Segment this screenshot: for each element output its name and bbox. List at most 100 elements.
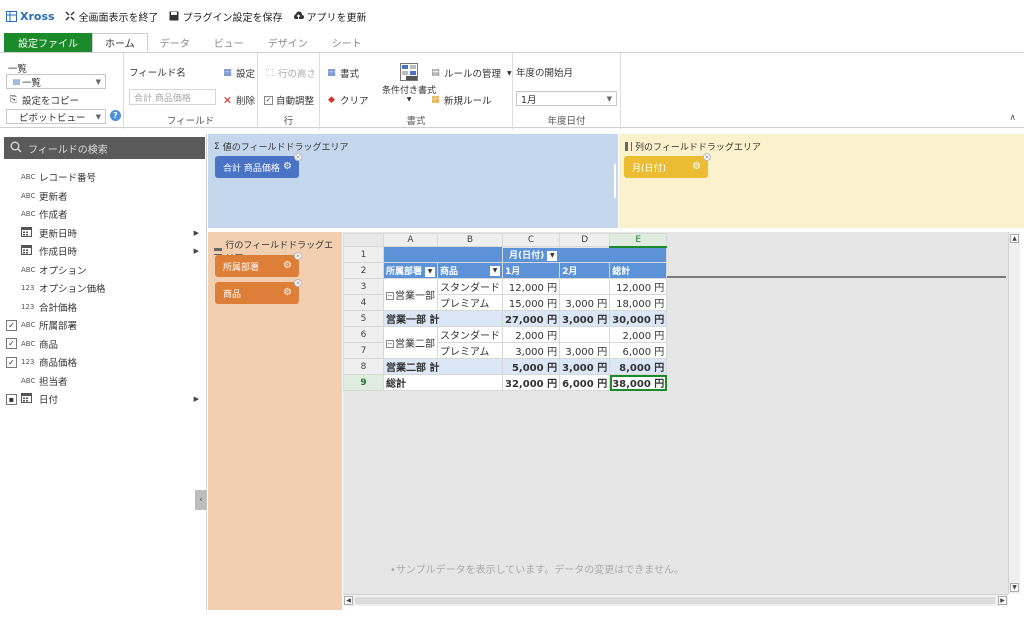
- expand-arrow-icon[interactable]: ▶: [194, 229, 199, 237]
- view-type-select[interactable]: ピボットビュー ▼: [6, 109, 106, 124]
- collapse-icon[interactable]: −: [386, 292, 394, 300]
- value-cell[interactable]: 3,000 円: [559, 294, 611, 311]
- field-item[interactable]: ABC レコード番号: [2, 168, 207, 187]
- col-header-d[interactable]: D: [559, 233, 611, 247]
- scroll-up-icon[interactable]: ▲: [1010, 234, 1019, 243]
- grand-total-header[interactable]: 総計: [609, 262, 668, 279]
- empty-header-cell[interactable]: [382, 246, 504, 263]
- collapse-panel-handle[interactable]: ‹: [195, 490, 207, 510]
- subtotal-cell[interactable]: 3,000 円: [559, 358, 611, 375]
- row-field-header-dept[interactable]: 所属部署 ▼: [382, 262, 439, 279]
- grand-total-label-cell[interactable]: 総計: [382, 374, 504, 391]
- gear-icon[interactable]: ⚙: [692, 161, 701, 172]
- field-item[interactable]: 123 オプション価格: [2, 279, 207, 298]
- gear-icon[interactable]: ⚙: [283, 161, 292, 172]
- checkbox-empty[interactable]: [6, 172, 17, 183]
- close-icon[interactable]: ✕: [294, 252, 302, 260]
- grand-total-cell[interactable]: 32,000 円: [502, 374, 561, 391]
- tab-data[interactable]: データ: [148, 33, 202, 52]
- rows-chip-dept[interactable]: 所属部署 ⚙ ✕: [215, 252, 302, 277]
- filter-dropdown-icon[interactable]: ▼: [547, 250, 558, 261]
- save-plugin-button[interactable]: プラグイン設定を保存: [169, 9, 283, 24]
- value-cell[interactable]: [559, 326, 611, 343]
- field-item[interactable]: ✓ 123 商品価格: [2, 353, 207, 372]
- month-header-2[interactable]: 2月: [559, 262, 611, 279]
- subtotal-cell[interactable]: 5,000 円: [502, 358, 561, 375]
- expand-arrow-icon[interactable]: ▶: [194, 395, 199, 403]
- checkbox-partial-icon[interactable]: ▪: [6, 393, 17, 405]
- fiscal-start-select[interactable]: 1月 ▼: [516, 91, 617, 106]
- product-cell[interactable]: プレミアム: [437, 342, 504, 359]
- subtotal-cell[interactable]: 30,000 円: [609, 310, 668, 327]
- value-cell[interactable]: [559, 278, 611, 295]
- field-item[interactable]: 作成日時 ▶: [2, 242, 207, 261]
- value-cell[interactable]: 12,000 円: [502, 278, 561, 295]
- value-cell[interactable]: 6,000 円: [609, 342, 668, 359]
- tab-home[interactable]: ホーム: [92, 33, 148, 52]
- subtotal-cell[interactable]: 3,000 円: [559, 310, 611, 327]
- rows-chip-product[interactable]: 商品 ⚙ ✕: [215, 279, 302, 304]
- row-number[interactable]: 4: [343, 294, 384, 311]
- row-number[interactable]: 7: [343, 342, 384, 359]
- tab-sheet[interactable]: シート: [320, 33, 374, 52]
- field-item[interactable]: ✓ ABC 所属部署: [2, 316, 207, 335]
- update-app-button[interactable]: アプリを更新: [293, 9, 367, 24]
- dept-cell[interactable]: − 営業一部: [382, 278, 439, 311]
- col-header-e[interactable]: E: [609, 233, 668, 248]
- list-select[interactable]: ▤ 一覧 ▼: [6, 74, 106, 89]
- value-cell[interactable]: 18,000 円: [609, 294, 668, 311]
- collapse-ribbon-icon[interactable]: ∧: [1009, 113, 1016, 123]
- checkbox-empty[interactable]: [6, 375, 17, 386]
- row-number[interactable]: 1: [343, 246, 384, 263]
- field-item[interactable]: 更新日時 ▶: [2, 224, 207, 243]
- field-item[interactable]: ABC 作成者: [2, 205, 207, 224]
- dept-cell[interactable]: − 営業二部: [382, 326, 439, 359]
- gear-icon[interactable]: ⚙: [283, 287, 292, 298]
- filter-dropdown-icon[interactable]: ▼: [490, 266, 501, 276]
- checkbox-empty[interactable]: [6, 301, 17, 312]
- value-cell[interactable]: 3,000 円: [502, 342, 561, 359]
- scroll-down-icon[interactable]: ▼: [1010, 583, 1019, 592]
- new-rule-button[interactable]: ▦ 新規ルール: [430, 93, 491, 107]
- checkbox-checked-icon[interactable]: ✓: [6, 319, 17, 331]
- grand-total-cell[interactable]: 6,000 円: [559, 374, 611, 391]
- close-icon[interactable]: ✕: [294, 153, 302, 161]
- close-icon[interactable]: ✕: [294, 279, 302, 287]
- value-cell[interactable]: 3,000 円: [559, 342, 611, 359]
- column-field-header[interactable]: 月(日付) ▼: [502, 246, 668, 263]
- row-number[interactable]: 2: [343, 262, 384, 279]
- expand-arrow-icon[interactable]: ▶: [194, 247, 199, 255]
- field-item[interactable]: ABC 担当者: [2, 372, 207, 391]
- values-chip[interactable]: 合計 商品価格 ⚙ ✕: [215, 153, 302, 178]
- checkbox-empty[interactable]: [6, 209, 17, 220]
- close-icon[interactable]: ✕: [703, 153, 711, 161]
- row-number[interactable]: 6: [343, 326, 384, 343]
- subtotal-label-cell[interactable]: 営業二部 計: [382, 358, 504, 375]
- col-header-b[interactable]: B: [437, 233, 504, 247]
- select-all-corner[interactable]: [343, 233, 384, 247]
- exit-fullscreen-button[interactable]: 全画面表示を終了: [65, 9, 159, 24]
- scroll-right-icon[interactable]: ▶: [998, 596, 1007, 605]
- subtotal-cell[interactable]: 27,000 円: [502, 310, 561, 327]
- tab-design[interactable]: デザイン: [256, 33, 320, 52]
- format-button[interactable]: ▦ 書式: [326, 66, 359, 80]
- columns-chip[interactable]: 月(日付) ⚙ ✕: [624, 153, 711, 178]
- field-search-input[interactable]: フィールドの検索: [4, 137, 205, 159]
- month-header-1[interactable]: 1月: [502, 262, 561, 279]
- checkbox-checked-icon[interactable]: ✓: [6, 338, 17, 350]
- values-drop-area[interactable]: Σ 値のフィールドドラッグエリア 合計 商品価格 ⚙ ✕: [208, 134, 618, 228]
- row-field-header-product[interactable]: 商品 ▼: [437, 262, 504, 279]
- clear-button[interactable]: ◆ クリア: [326, 93, 368, 107]
- product-cell[interactable]: プレミアム: [437, 294, 504, 311]
- field-settings-button[interactable]: ▦ 設定: [222, 66, 255, 80]
- tab-settings-file[interactable]: 設定ファイル: [4, 33, 92, 52]
- value-cell[interactable]: 2,000 円: [502, 326, 561, 343]
- help-icon[interactable]: ?: [110, 110, 121, 121]
- tab-view[interactable]: ビュー: [202, 33, 256, 52]
- row-number[interactable]: 3: [343, 278, 384, 295]
- checkbox-checked-icon[interactable]: ✓: [6, 356, 17, 368]
- rows-drop-area[interactable]: 行のフィールドドラッグエリア 所属部署 ⚙ ✕ 商品 ⚙ ✕: [208, 232, 342, 610]
- filter-dropdown-icon[interactable]: ▼: [425, 266, 436, 277]
- scroll-thumb[interactable]: [355, 597, 995, 604]
- row-height-button[interactable]: ⬚ 行の高さ: [264, 66, 316, 80]
